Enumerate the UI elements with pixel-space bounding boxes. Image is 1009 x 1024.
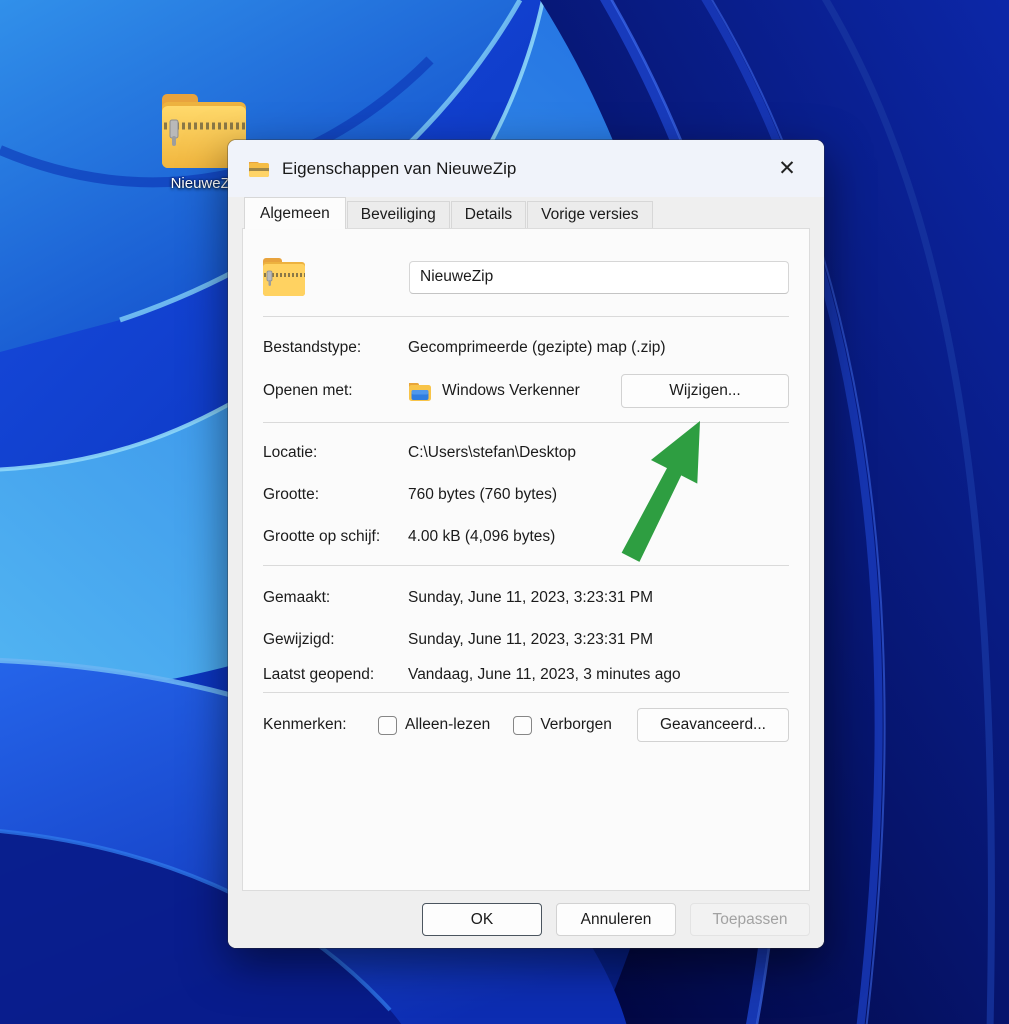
file-type-label: Bestandstype: [263,338,408,358]
read-only-checkbox[interactable] [378,716,397,735]
size-on-disk-label: Grootte op schijf: [263,527,408,547]
dialog-title: Eigenschappen van NieuweZip [282,159,516,179]
tab-beveiliging[interactable]: Beveiliging [347,201,450,228]
read-only-checkbox-label[interactable]: Alleen-lezen [405,715,490,735]
created-label: Gemaakt: [263,588,408,608]
size-value: 760 bytes (760 bytes) [408,485,789,505]
modified-value: Sunday, June 11, 2023, 3:23:31 PM [408,630,789,650]
hidden-checkbox-label[interactable]: Verborgen [540,715,612,735]
divider [263,692,789,693]
divider [263,422,789,423]
size-on-disk-value: 4.00 kB (4,096 bytes) [408,527,789,547]
modified-label: Gewijzigd: [263,630,408,650]
explorer-folder-icon [408,381,432,402]
divider [263,565,789,566]
created-value: Sunday, June 11, 2023, 3:23:31 PM [408,588,789,608]
opens-with-label: Openen met: [263,381,408,401]
change-button[interactable]: Wijzigen... [621,374,789,408]
advanced-button[interactable]: Geavanceerd... [637,708,789,742]
size-label: Grootte: [263,485,408,505]
tab-vorige-versies[interactable]: Vorige versies [527,201,652,228]
location-value: C:\Users\stefan\Desktop [408,443,789,463]
accessed-label: Laatst geopend: [263,665,408,685]
tab-details[interactable]: Details [451,201,526,228]
tab-algemeen[interactable]: Algemeen [244,197,346,229]
location-label: Locatie: [263,443,408,463]
accessed-value: Vandaag, June 11, 2023, 3 minutes ago [408,665,789,685]
properties-dialog: Eigenschappen van NieuweZip ✕ Algemeen B… [228,140,824,948]
attributes-label: Kenmerken: [263,715,378,735]
dialog-footer: OK Annuleren Toepassen [228,891,824,948]
hidden-checkbox[interactable] [513,716,532,735]
tabstrip: Algemeen Beveiliging Details Vorige vers… [244,197,654,228]
zip-folder-title-icon [248,159,270,178]
cancel-button[interactable]: Annuleren [556,903,676,936]
opens-with-value: Windows Verkenner [442,381,580,401]
divider [263,316,789,317]
file-name-input[interactable] [409,261,789,294]
file-type-value: Gecomprimeerde (gezipte) map (.zip) [408,338,789,358]
tab-panel-algemeen: Bestandstype: Gecomprimeerde (gezipte) m… [242,228,810,891]
apply-button[interactable]: Toepassen [690,903,810,936]
dialog-titlebar[interactable]: Eigenschappen van NieuweZip ✕ [228,140,824,197]
zip-folder-file-icon [263,256,307,298]
ok-button[interactable]: OK [422,903,542,936]
close-icon[interactable]: ✕ [770,152,804,186]
